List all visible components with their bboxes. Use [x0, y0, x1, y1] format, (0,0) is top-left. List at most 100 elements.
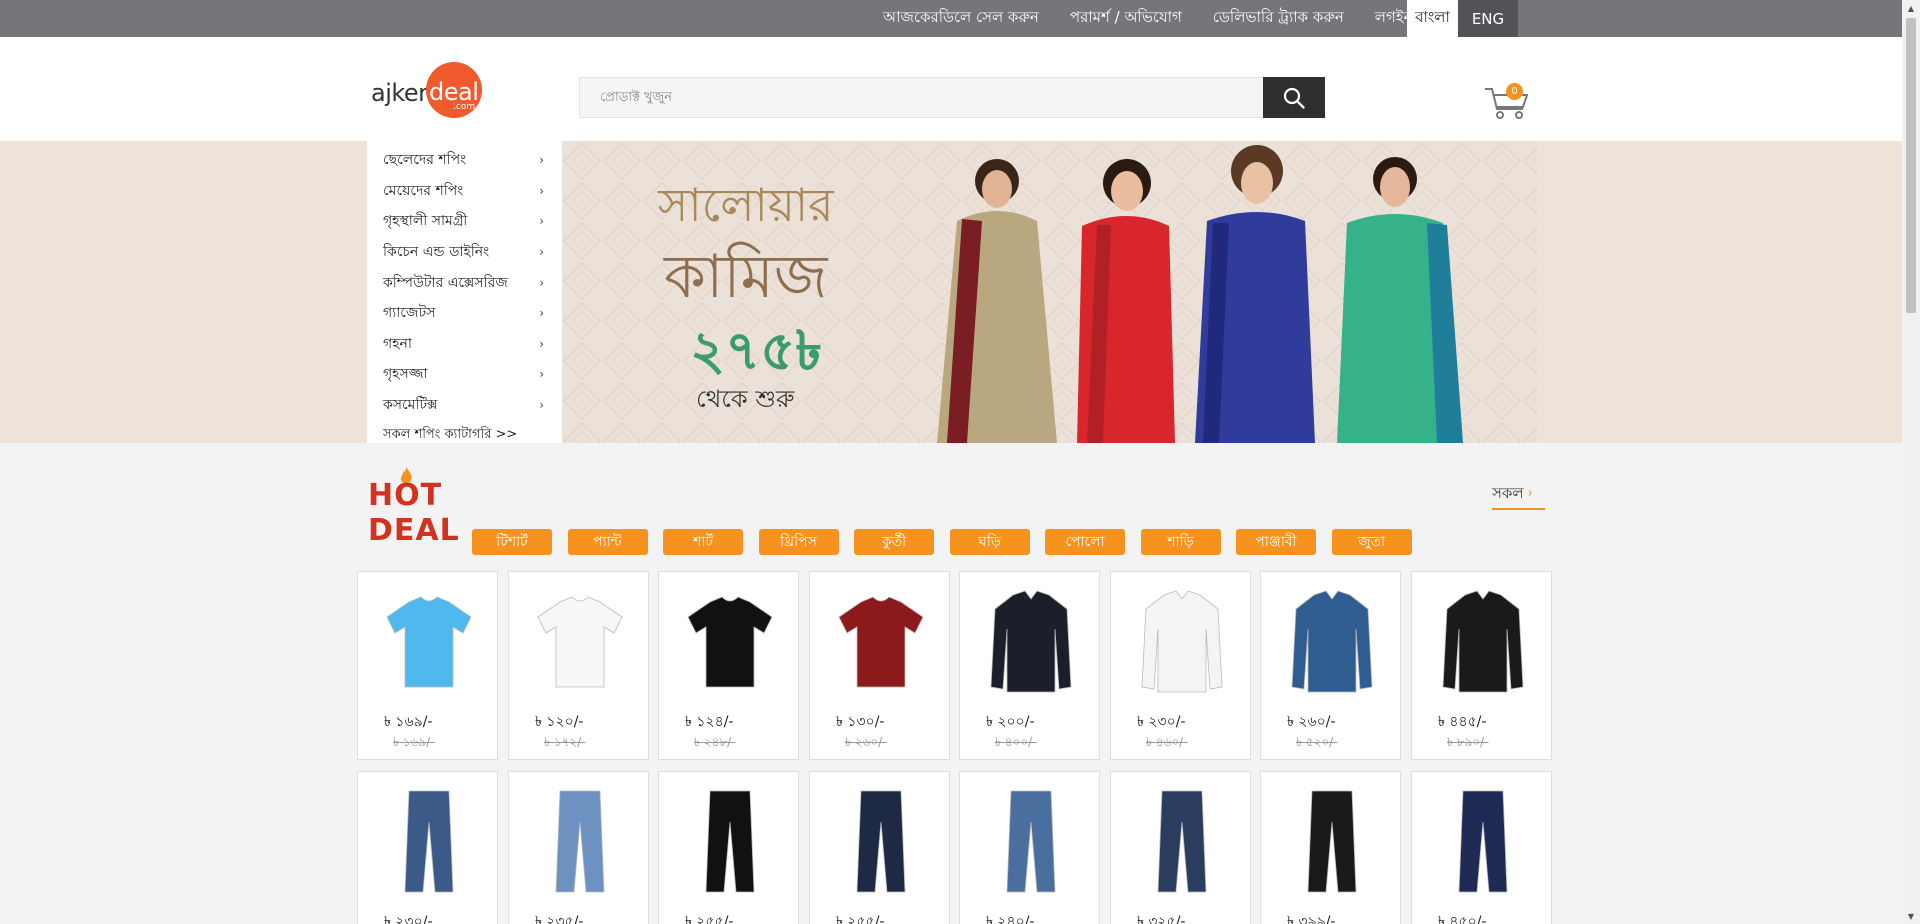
tshirt-image [385, 596, 472, 688]
product-image[interactable] [519, 578, 640, 706]
logo[interactable]: ajker deal .com [371, 62, 483, 120]
category-label: ছেলেদের শপিং [383, 152, 467, 169]
category-item-gadgets[interactable]: গ্যাজেটস › [367, 298, 562, 329]
sell-link[interactable]: আজকেরডিলে সেল করুন [883, 6, 1039, 31]
tshirt-image [837, 596, 924, 688]
product-card[interactable]: ৳ ২৫৫/- [658, 771, 799, 924]
product-card[interactable]: ৳ ২৬০/- ৳ ৫২০/- [1260, 571, 1401, 760]
tshirt-image [686, 596, 773, 688]
product-price: ৳ ৪৪৫/- [1438, 714, 1487, 730]
hot-deal-heading: HOT DEAL [368, 466, 543, 548]
category-label: কিচেন এন্ড ডাইনিং [383, 244, 490, 261]
product-image[interactable] [1422, 778, 1543, 906]
product-price: ৳ ২৬০/- [1287, 714, 1336, 730]
page-scrollbar[interactable]: ▲ ▼ [1902, 0, 1920, 924]
product-image[interactable] [368, 578, 489, 706]
category-item-computer[interactable]: কম্পিউটার এক্সেসরিজ › [367, 267, 562, 298]
product-image[interactable] [820, 778, 941, 906]
filter-tshirt[interactable]: টিশার্ট [472, 529, 552, 555]
product-card[interactable]: ৳ ২৪০/- [959, 771, 1100, 924]
product-price: ৳ ২৩০/- [384, 914, 433, 924]
product-card[interactable]: ৳ ১৩০/- ৳ ২৬০/- [809, 571, 950, 760]
product-image[interactable] [1121, 578, 1242, 706]
product-card[interactable]: ৳ ২৩০/- ৳ ৪৬০/- [1110, 571, 1251, 760]
category-item-jewellery[interactable]: গহনা › [367, 329, 562, 360]
search-input[interactable] [580, 78, 1264, 117]
pant-image [1307, 790, 1356, 893]
product-price: ৳ ৪৫০/- [1438, 914, 1487, 924]
pant-image [404, 790, 453, 893]
cart-count-badge: 0 [1506, 83, 1523, 100]
shirt-image [1291, 590, 1372, 693]
header: ajker deal .com 0 [0, 37, 1902, 141]
product-image[interactable] [1271, 778, 1392, 906]
search-button[interactable] [1263, 77, 1325, 118]
product-card[interactable]: ৳ ৪৪৫/- ৳ ৮৯০/- [1411, 571, 1552, 760]
product-card[interactable]: ৳ ২০০/- ৳ ৪০০/- [959, 571, 1100, 760]
product-card[interactable]: ৳ ৩৯৯/- [1260, 771, 1401, 924]
product-image[interactable] [1422, 578, 1543, 706]
filter-watch[interactable]: ঘড়ি [949, 529, 1030, 555]
category-filter-chips: টিশার্ট প্যান্ট শার্ট থ্রিপিস কুর্তী ঘড়… [472, 529, 1427, 555]
product-image[interactable] [1271, 578, 1392, 706]
pant-image [1458, 790, 1507, 893]
product-price: ৳ ২৩৫/- [535, 914, 584, 924]
product-old-price: ৳ ১৭২/- [544, 735, 586, 749]
product-image[interactable] [820, 578, 941, 706]
filter-panjabi[interactable]: পাঞ্জাবী [1236, 529, 1316, 555]
product-card[interactable]: ৳ ১২৪/- ৳ ২৪৮/- [658, 571, 799, 760]
cart-button[interactable]: 0 [1483, 81, 1531, 121]
product-image[interactable] [970, 578, 1091, 706]
product-image[interactable] [669, 778, 790, 906]
product-image[interactable] [970, 778, 1091, 906]
pant-image [555, 790, 604, 893]
product-card[interactable]: ৳ ৪৫০/- [1411, 771, 1552, 924]
product-price: ৳ ৩৯৯/- [1287, 914, 1336, 924]
promo-banner[interactable]: সালোয়ার কামিজ ২৭৫৳ থেকে শুরু [562, 141, 1537, 443]
search-icon [1283, 87, 1305, 109]
category-label: মেয়েদের শপিং [383, 182, 464, 199]
product-card[interactable]: ৳ ২৫৫/- [809, 771, 950, 924]
category-item-household[interactable]: গৃহস্থালী সামগ্রী › [367, 206, 562, 237]
feedback-link[interactable]: পরামর্শ / অভিযোগ [1070, 6, 1182, 31]
product-card[interactable]: ৳ ২৩৫/- [508, 771, 649, 924]
product-card[interactable]: ৳ ১৬৯/- ৳ ১৬৯/- [357, 571, 498, 760]
product-image[interactable] [669, 578, 790, 706]
filter-polo[interactable]: পোলো [1045, 529, 1125, 555]
lang-english-button[interactable]: ENG [1458, 0, 1518, 37]
logo-text: ajker [371, 79, 428, 107]
product-image[interactable] [368, 778, 489, 906]
scrollbar-thumb[interactable] [1906, 18, 1916, 313]
product-old-price: ৳ ৪০০/- [995, 735, 1037, 749]
chevron-right-icon: › [539, 214, 544, 229]
chevron-right-icon: › [539, 275, 544, 290]
scroll-up-arrow-icon[interactable]: ▲ [1902, 0, 1920, 16]
product-card[interactable]: ৳ ১২০/- ৳ ১৭২/- [508, 571, 649, 760]
filter-saree[interactable]: শাড়ি [1140, 529, 1221, 555]
filter-threepiece[interactable]: থ্রিপিস [758, 529, 839, 555]
pant-image [1157, 790, 1206, 893]
filter-shoes[interactable]: জুতা [1331, 529, 1412, 555]
scroll-down-arrow-icon[interactable]: ▼ [1902, 908, 1920, 924]
product-price: ৳ ২৫৫/- [836, 914, 885, 924]
see-all-link[interactable]: সকল › [1492, 482, 1545, 510]
filter-kurti[interactable]: কুর্তী [854, 529, 934, 555]
category-item-kitchen[interactable]: কিচেন এন্ড ডাইনিং › [367, 237, 562, 268]
category-item-cosmetics[interactable]: কসমেটিক্স › [367, 390, 562, 421]
track-delivery-link[interactable]: ডেলিভারি ট্র্যাক করুন [1213, 6, 1344, 31]
category-item-womens[interactable]: মেয়েদের শপিং › [367, 176, 562, 207]
product-card[interactable]: ৳ ২৩০/- [357, 771, 498, 924]
product-image[interactable] [1121, 778, 1242, 906]
filter-pant[interactable]: প্যান্ট [567, 529, 648, 555]
filter-shirt[interactable]: শার্ট [663, 529, 743, 555]
lang-bangla-button[interactable]: বাংলা [1407, 0, 1458, 37]
category-label: গহনা [383, 335, 412, 352]
product-card[interactable]: ৳ ৩২৫/- [1110, 771, 1251, 924]
top-nav: আজকেরডিলে সেল করুন পরামর্শ / অভিযোগ ডেলি… [852, 0, 1413, 37]
all-categories-link[interactable]: সকল শপিং ক্যাটাগরি >> [367, 420, 562, 450]
product-image[interactable] [519, 778, 640, 906]
see-all-label: সকল [1492, 484, 1524, 502]
product-old-price: ৳ ৪৬০/- [1146, 735, 1188, 749]
category-item-decor[interactable]: গৃহসজ্জা › [367, 359, 562, 390]
category-item-mens[interactable]: ছেলেদের শপিং › [367, 145, 562, 176]
